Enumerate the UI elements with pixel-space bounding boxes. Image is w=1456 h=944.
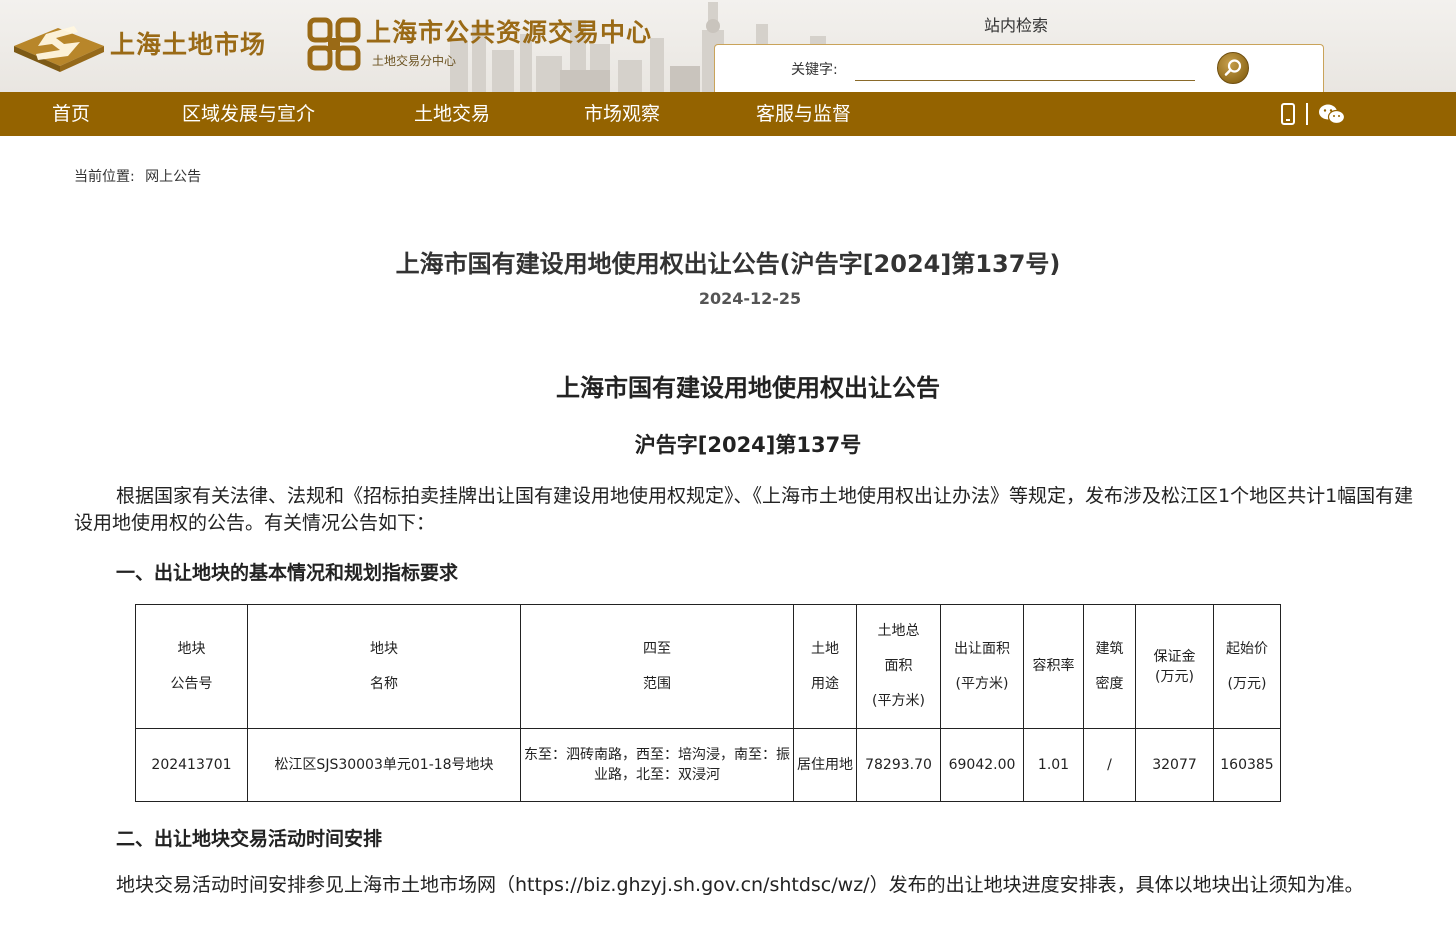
nav-icons [1280,102,1346,126]
main-nav: 首页 区域发展与宣介 土地交易 市场观察 客服与监督 [0,92,1456,136]
nav-item-market[interactable]: 市场观察 [584,92,660,136]
th-density: 建筑 密度 [1083,604,1136,729]
mobile-icon[interactable] [1280,103,1296,125]
cell-plot-ratio: 1.01 [1023,728,1084,802]
publish-date: 2024-12-25 [698,289,802,308]
page-title: 上海市国有建设用地使用权出让公告(沪告字[2024]第137号) [395,250,1061,278]
th-transfer-area: 出让面积 (平方米) [940,604,1024,729]
cell-boundaries: 东至：泗砖南路，西至：培沟浸，南至：振业路，北至：双浸河 [520,728,794,802]
breadcrumb-prefix: 当前位置: [74,169,135,185]
resource-center-logo-icon [307,17,361,71]
cell-total-area: 78293.70 [856,728,941,802]
logo-public-resource-center[interactable]: 上海市公共资源交易中心 土地交易分中心 [306,16,652,72]
breadcrumb-current[interactable]: 网上公告 [145,169,201,185]
section-heading-1: 一、出让地块的基本情况和规划指标要求 [116,562,459,584]
site-header: 上海土地市场 上海市公共资源交易中心 土地交易分中心 站内检索 关键字: [0,0,1456,92]
nav-item-land-trade[interactable]: 土地交易 [414,92,490,136]
th-land-use: 土地 用途 [793,604,857,729]
logo-shanghai-land-market[interactable]: 上海土地市场 [8,12,266,74]
land-market-logo-icon [14,26,104,72]
site-search-title: 站内检索 [984,16,1049,35]
th-parcel-name: 地块 名称 [247,604,521,729]
cell-density: / [1083,728,1136,802]
search-input[interactable] [855,55,1195,81]
th-deposit: 保证金 (万元) [1135,604,1214,729]
cell-transfer-area: 69042.00 [940,728,1024,802]
nav-divider [1306,103,1308,125]
cell-parcel-name: 松江区SJS30003单元01-18号地块 [247,728,521,802]
wechat-icon[interactable] [1318,103,1346,125]
cell-deposit: 32077 [1135,728,1214,802]
land-parcel-table: 地块 公告号 地块 名称 四至 范围 土地 用途 土地总 面积 (平方米) 出让面积 (平方米… [135,604,1281,802]
schedule-paragraph: 地块交易活动时间安排参见上海市土地市场网（https://biz.ghzyj.s… [116,874,1364,896]
cell-start-price: 160385 [1213,728,1281,802]
th-total-area: 土地总 面积 (平方米) [856,604,941,729]
th-plot-ratio: 容积率 [1023,604,1084,729]
th-start-price: 起始价 (万元) [1213,604,1281,729]
th-parcel-no: 地块 公告号 [135,604,248,729]
nav-item-home[interactable]: 首页 [52,92,90,136]
search-icon [1224,59,1242,76]
section-heading-2: 二、出让地块交易活动时间安排 [116,828,383,850]
cell-parcel-no: 202413701 [135,728,248,802]
nav-item-service[interactable]: 客服与监督 [756,92,851,136]
logo2-title: 上海市公共资源交易中心 [366,18,653,47]
search-label: 关键字: [791,62,838,78]
site-search-box: 关键字: [714,44,1324,92]
breadcrumb: 当前位置: 网上公告 [74,166,201,186]
table-header-row: 地块 公告号 地块 名称 四至 范围 土地 用途 土地总 面积 (平方米) 出让面积 (平方米… [135,604,1281,729]
document-number: 沪告字[2024]第137号 [634,433,862,457]
search-button[interactable] [1217,52,1249,84]
cell-land-use: 居住用地 [793,728,857,802]
logo2-subtitle: 土地交易分中心 [372,54,457,68]
intro-paragraph: 根据国家有关法律、法规和《招标拍卖挂牌出让国有建设用地使用权规定》、《上海市土地… [74,485,1414,534]
nav-item-regional[interactable]: 区域发展与宣介 [182,92,315,136]
logo1-text: 上海土地市场 [110,30,267,59]
document-title: 上海市国有建设用地使用权出让公告 [556,374,940,402]
table-row: 202413701 松江区SJS30003单元01-18号地块 东至：泗砖南路，… [135,728,1281,802]
th-boundaries: 四至 范围 [520,604,794,729]
